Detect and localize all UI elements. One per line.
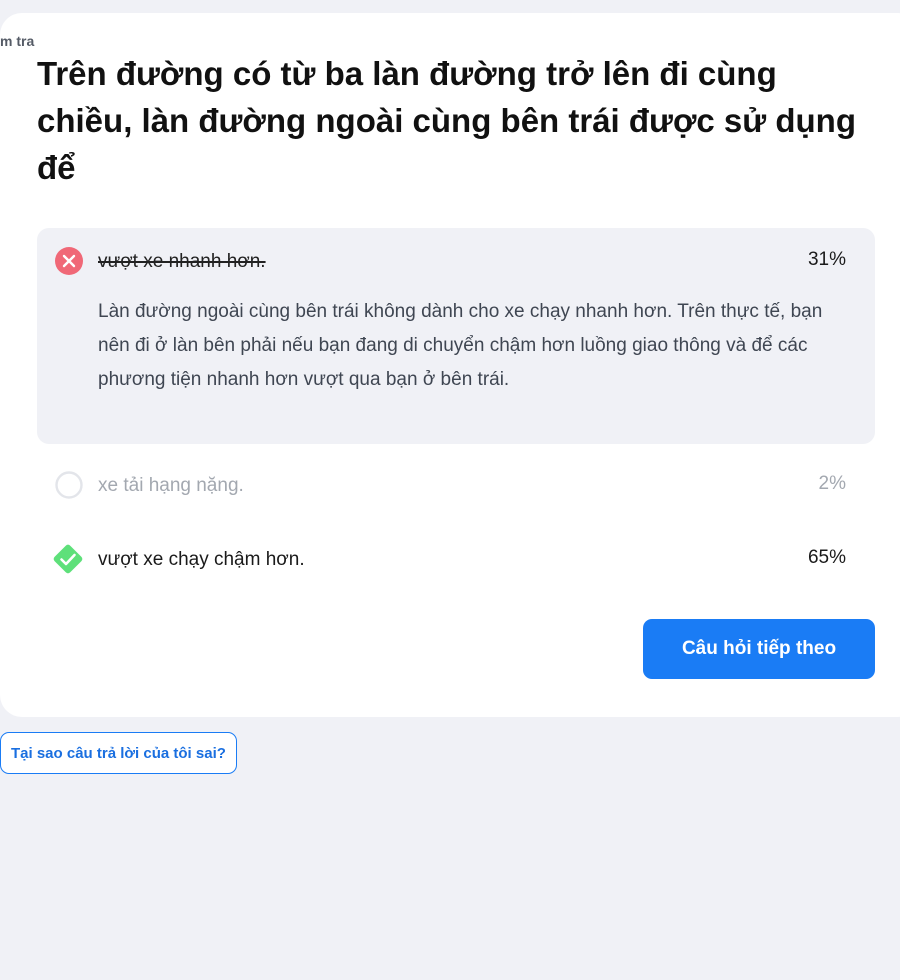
answer-option-label: vượt xe nhanh hơn.	[98, 251, 266, 272]
answer-option-percent: 2%	[818, 473, 846, 494]
answer-option-label: xe tải hạng nặng.	[98, 475, 244, 496]
x-circle-icon	[55, 247, 83, 275]
answer-option-label: vượt xe chạy chậm hơn.	[98, 549, 305, 570]
answer-explanation: Làn đường ngoài cùng bên trái không dành…	[98, 301, 823, 390]
answer-option-percent: 31%	[807, 249, 846, 270]
why-wrong-button[interactable]: Tại sao câu trả lời của tôi sai?	[0, 732, 237, 774]
check-diamond-icon	[50, 541, 86, 577]
breadcrumb: m tra	[0, 33, 35, 49]
next-question-button[interactable]: Câu hỏi tiếp theo	[643, 619, 875, 679]
question-title: Trên đường có từ ba làn đường trở lên đi…	[37, 55, 856, 186]
empty-circle-icon	[55, 471, 83, 499]
answer-option-percent: 65%	[807, 547, 846, 568]
